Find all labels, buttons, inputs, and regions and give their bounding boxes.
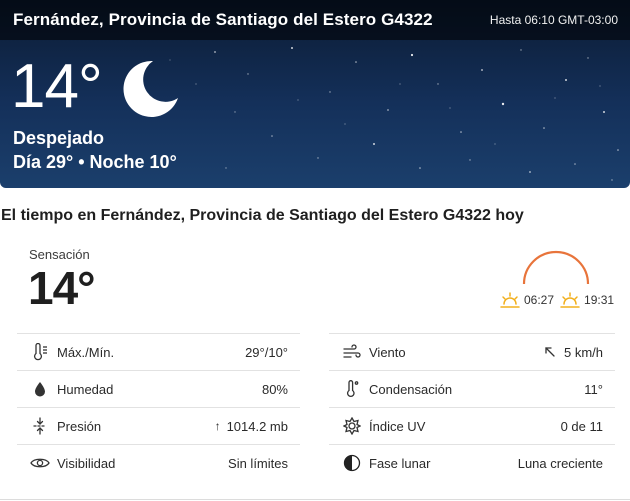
- detail-value: 80%: [261, 381, 288, 397]
- condition-label: Despejado: [13, 128, 105, 148]
- detail-label: Máx./Mín.: [57, 344, 115, 360]
- detail-uv-index: Índice UV 0 de 11: [329, 407, 615, 444]
- detail-dew-point: Condensación 11°: [329, 370, 615, 407]
- detail-wind: Viento 5 km/h: [329, 333, 615, 370]
- detail-value: Sin límites: [228, 455, 288, 471]
- feels-like-label: Sensación: [29, 247, 90, 262]
- eye-icon: [29, 456, 51, 470]
- detail-label: Índice UV: [369, 418, 426, 434]
- detail-max-min: Máx./Mín. 29°/10°: [17, 333, 300, 370]
- sunset-icon: [560, 292, 580, 308]
- detail-label: Viento: [369, 344, 406, 360]
- detail-value: 11°: [584, 381, 603, 397]
- drop-icon: [29, 380, 51, 398]
- detail-label: Condensación: [369, 381, 453, 397]
- detail-value-wind: 5 km/h: [544, 345, 603, 360]
- detail-value: 0 de 11: [560, 418, 603, 434]
- forecast-until-label: Hasta 06:10 GMT-03:00: [489, 13, 618, 27]
- current-conditions-hero: Fernández, Provincia de Santiago del Est…: [0, 0, 630, 188]
- sun-times: 06:27 19:31: [500, 292, 614, 308]
- moon-phase-icon: [341, 454, 363, 472]
- detail-pressure: Presión ↑ 1014.2 mb: [17, 407, 300, 444]
- sun-arc-icon: [522, 250, 590, 285]
- detail-value: 5 km/h: [563, 344, 603, 360]
- location-title: Fernández, Provincia de Santiago del Est…: [13, 10, 433, 29]
- detail-value: 29°/10°: [245, 344, 288, 360]
- detail-label: Presión: [57, 418, 102, 434]
- wind-direction-icon: [545, 347, 555, 357]
- sunset-time: 19:31: [584, 293, 615, 307]
- uv-icon: [341, 417, 363, 435]
- arrow-up-icon: ↑: [214, 419, 221, 433]
- wind-icon: [341, 344, 363, 360]
- thermometer-icon: [29, 343, 51, 361]
- detail-value: Luna creciente: [517, 455, 603, 471]
- detail-label: Humedad: [57, 381, 114, 397]
- detail-label: Fase lunar: [369, 455, 431, 471]
- feels-like-value: 14°: [28, 262, 96, 314]
- detail-humidity: Humedad 80%: [17, 370, 300, 407]
- detail-label: Visibilidad: [57, 455, 116, 471]
- sunrise-time: 06:27: [524, 293, 555, 307]
- detail-moon-phase: Fase lunar Luna creciente: [329, 444, 615, 481]
- current-temperature: 14°: [11, 52, 103, 121]
- sunrise-icon: [500, 292, 520, 308]
- section-divider: [0, 499, 630, 500]
- dew-point-icon: [341, 380, 363, 398]
- moon-icon: [123, 60, 178, 117]
- detail-value-pressure: ↑ 1014.2 mb: [215, 419, 288, 434]
- today-section-title: El tiempo en Fernández, Provincia de San…: [1, 207, 524, 224]
- detail-value: 1014.2 mb: [226, 418, 288, 434]
- detail-visibility: Visibilidad Sin límites: [17, 444, 300, 481]
- pressure-icon: [29, 417, 51, 435]
- day-night-temps: Día 29° • Noche 10°: [13, 152, 177, 172]
